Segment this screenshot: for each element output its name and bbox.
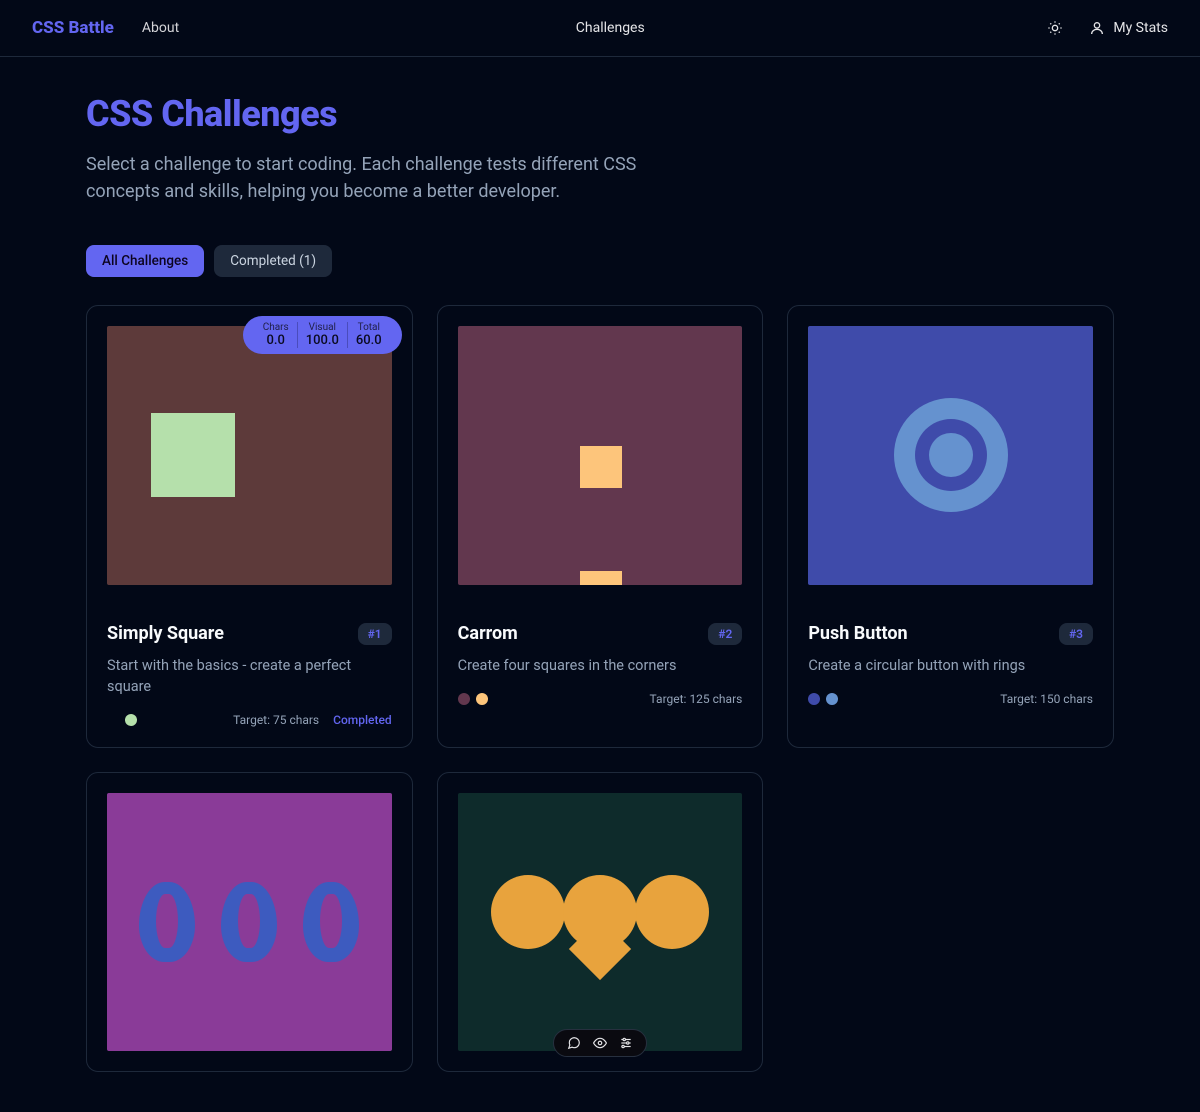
nav-left: CSS Battle About (32, 18, 179, 38)
score-label: Chars (263, 322, 289, 333)
completed-badge: Completed (333, 713, 392, 727)
target-chars: Target: 150 chars (1000, 692, 1093, 706)
challenge-index: #2 (708, 623, 742, 645)
filter-tabs: All Challenges Completed (1) (86, 245, 1114, 277)
score-value: 100.0 (306, 333, 339, 348)
page-subtitle: Select a challenge to start coding. Each… (86, 151, 646, 205)
nav-about[interactable]: About (142, 20, 179, 36)
color-swatches (458, 693, 488, 705)
challenges-grid: Chars0.0 Visual100.0 Total60.0 Simply Sq… (86, 305, 1114, 1072)
score-value: 0.0 (263, 333, 289, 348)
top-nav: CSS Battle About Challenges My Stats (0, 0, 1200, 57)
color-swatch (476, 693, 488, 705)
score-label: Total (356, 322, 382, 333)
challenge-description: Create four squares in the corners (458, 655, 743, 676)
challenge-card[interactable] (437, 772, 764, 1073)
nav-right: My Stats (1041, 14, 1168, 42)
theme-toggle[interactable] (1041, 14, 1069, 42)
challenge-title: Simply Square (107, 623, 224, 644)
page-title: CSS Challenges (86, 93, 1114, 135)
preview-controls (553, 1029, 647, 1057)
color-swatches (808, 693, 838, 705)
challenge-preview: Chars0.0 Visual100.0 Total60.0 (87, 306, 412, 605)
challenge-title: Carrom (458, 623, 518, 644)
target-chars: Target: 75 chars (233, 713, 319, 727)
challenge-card[interactable]: Chars0.0 Visual100.0 Total60.0 Simply Sq… (86, 305, 413, 748)
score-label: Visual (306, 322, 339, 333)
challenge-preview (438, 773, 763, 1072)
comment-icon[interactable] (566, 1035, 582, 1051)
my-stats-link[interactable]: My Stats (1089, 20, 1168, 36)
challenge-preview (87, 773, 412, 1072)
color-swatches (107, 714, 137, 726)
logo[interactable]: CSS Battle (32, 18, 114, 38)
tab-all[interactable]: All Challenges (86, 245, 204, 277)
color-swatch (808, 693, 820, 705)
challenge-preview (438, 306, 763, 605)
sun-icon (1047, 20, 1063, 36)
challenge-card[interactable]: Push Button #3 Create a circular button … (787, 305, 1114, 748)
color-swatch (458, 693, 470, 705)
target-chars: Target: 125 chars (650, 692, 743, 706)
challenge-title: Push Button (808, 623, 907, 644)
tab-completed[interactable]: Completed (1) (214, 245, 332, 277)
score-value: 60.0 (356, 333, 382, 348)
user-icon (1089, 20, 1105, 36)
nav-challenges[interactable]: Challenges (576, 20, 645, 36)
challenge-description: Start with the basics - create a perfect… (107, 655, 392, 697)
color-swatch (107, 714, 119, 726)
challenge-card[interactable] (86, 772, 413, 1073)
my-stats-label: My Stats (1113, 20, 1168, 36)
sliders-icon[interactable] (618, 1035, 634, 1051)
eye-icon[interactable] (592, 1035, 608, 1051)
color-swatch (826, 693, 838, 705)
challenge-index: #3 (1059, 623, 1093, 645)
challenge-card[interactable]: Carrom #2 Create four squares in the cor… (437, 305, 764, 748)
score-badge: Chars0.0 Visual100.0 Total60.0 (243, 316, 402, 354)
challenge-description: Create a circular button with rings (808, 655, 1093, 676)
challenge-index: #1 (358, 623, 392, 645)
color-swatch (125, 714, 137, 726)
challenge-preview (788, 306, 1113, 605)
